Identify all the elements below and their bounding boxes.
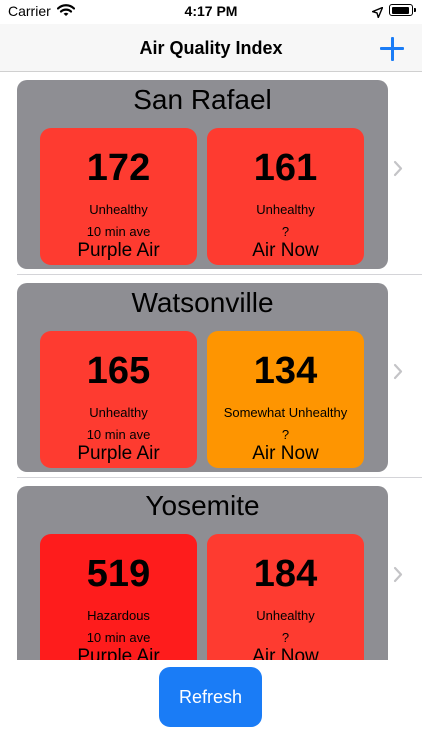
chevron-right-icon (393, 363, 403, 385)
chevron-right-icon (393, 566, 403, 588)
aqi-value: 161 (253, 147, 318, 189)
aqi-source: Purple Air (77, 240, 160, 261)
status-bar: Carrier 4:17 PM (0, 0, 422, 24)
location-card: San Rafael 172 Unhealthy 10 min ave Purp… (17, 80, 388, 269)
aqi-value: 184 (253, 553, 318, 595)
aqi-source: Air Now (252, 443, 319, 464)
aqi-source: Air Now (252, 240, 319, 261)
clock: 4:17 PM (184, 3, 238, 19)
city-name: San Rafael (133, 84, 272, 115)
air-now-tile: 134 Somewhat Unhealthy ? Air Now (207, 331, 364, 468)
page-title: Air Quality Index (139, 38, 283, 58)
location-row[interactable]: San Rafael 172 Unhealthy 10 min ave Purp… (0, 72, 422, 275)
aqi-value: 519 (86, 553, 151, 595)
city-name: Watsonville (131, 287, 274, 318)
aqi-detail: ? (281, 224, 290, 239)
aqi-detail: ? (281, 630, 290, 645)
aqi-detail: ? (281, 427, 290, 442)
aqi-detail: 10 min ave (86, 427, 151, 442)
purple-air-tile: 165 Unhealthy 10 min ave Purple Air (40, 331, 197, 468)
aqi-category: Somewhat Unhealthy (223, 405, 348, 420)
location-card: Yosemite 519 Hazardous 10 min ave Purple… (17, 486, 388, 660)
location-arrow-icon (371, 5, 384, 23)
city-name: Yosemite (145, 490, 260, 521)
locations-list[interactable]: San Rafael 172 Unhealthy 10 min ave Purp… (0, 72, 422, 660)
location-card: Watsonville 165 Unhealthy 10 min ave Pur… (17, 283, 388, 472)
aqi-source: Air Now (252, 646, 319, 660)
location-row[interactable]: Yosemite 519 Hazardous 10 min ave Purple… (0, 478, 422, 660)
aqi-category: Unhealthy (256, 608, 315, 623)
aqi-value: 134 (253, 350, 318, 392)
battery-icon (389, 4, 416, 16)
purple-air-tile: 172 Unhealthy 10 min ave Purple Air (40, 128, 197, 265)
aqi-value: 165 (86, 350, 151, 392)
air-now-tile: 184 Unhealthy ? Air Now (207, 534, 364, 660)
refresh-button[interactable]: Refresh (159, 667, 262, 727)
aqi-category: Unhealthy (89, 405, 148, 420)
air-now-tile: 161 Unhealthy ? Air Now (207, 128, 364, 265)
bottom-bar: Refresh (0, 660, 422, 750)
aqi-category: Hazardous (87, 608, 150, 623)
chevron-right-icon (393, 160, 403, 182)
aqi-source: Purple Air (77, 646, 160, 660)
aqi-value: 172 (86, 147, 151, 189)
aqi-detail: 10 min ave (86, 224, 151, 239)
navigation-bar: Air Quality Index (0, 24, 422, 72)
location-row[interactable]: Watsonville 165 Unhealthy 10 min ave Pur… (0, 275, 422, 478)
purple-air-tile: 519 Hazardous 10 min ave Purple Air (40, 534, 197, 660)
add-location-button[interactable] (380, 37, 404, 61)
aqi-source: Purple Air (77, 443, 160, 464)
aqi-category: Unhealthy (256, 202, 315, 217)
aqi-detail: 10 min ave (86, 630, 151, 645)
aqi-category: Unhealthy (89, 202, 148, 217)
